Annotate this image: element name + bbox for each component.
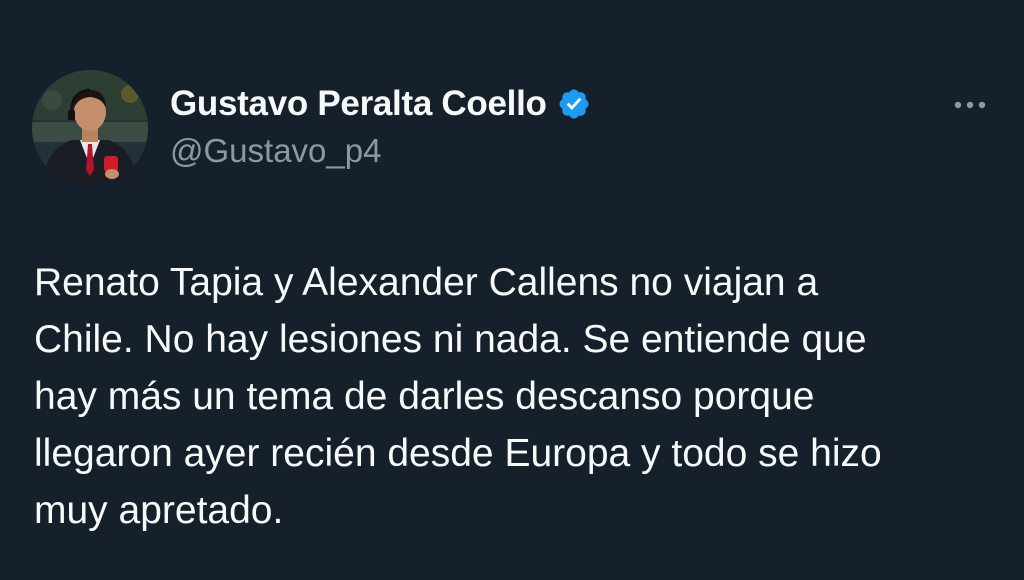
more-options-icon [954, 101, 986, 109]
tweet-text-line: muy apretado. [34, 489, 284, 532]
tweet-header: Gustavo Peralta Coello @Gustavo_p4 [32, 70, 992, 190]
author-display-name[interactable]: Gustavo Peralta Coello [170, 84, 547, 124]
tweet-text-line: llegaron ayer recién desde Europa y todo… [34, 432, 882, 475]
tweet-text-line: hay más un tema de darles descanso porqu… [34, 375, 815, 418]
avatar[interactable] [32, 70, 148, 186]
avatar-photo [32, 70, 148, 186]
display-name-row: Gustavo Peralta Coello [170, 82, 591, 126]
author-handle[interactable]: @Gustavo_p4 [170, 132, 591, 170]
tweet-text-line: Chile. No hay lesiones ni nada. Se entie… [34, 318, 867, 361]
tweet-text-line: Renato Tapia y Alexander Callens no viaj… [34, 261, 819, 304]
more-options-button[interactable] [948, 90, 992, 120]
tweet-card: Gustavo Peralta Coello @Gustavo_p4 Renat… [0, 0, 1024, 580]
author-names: Gustavo Peralta Coello @Gustavo_p4 [170, 82, 591, 170]
verified-badge-icon [557, 87, 591, 121]
tweet-text: Renato Tapia y Alexander Callens no viaj… [34, 254, 994, 539]
